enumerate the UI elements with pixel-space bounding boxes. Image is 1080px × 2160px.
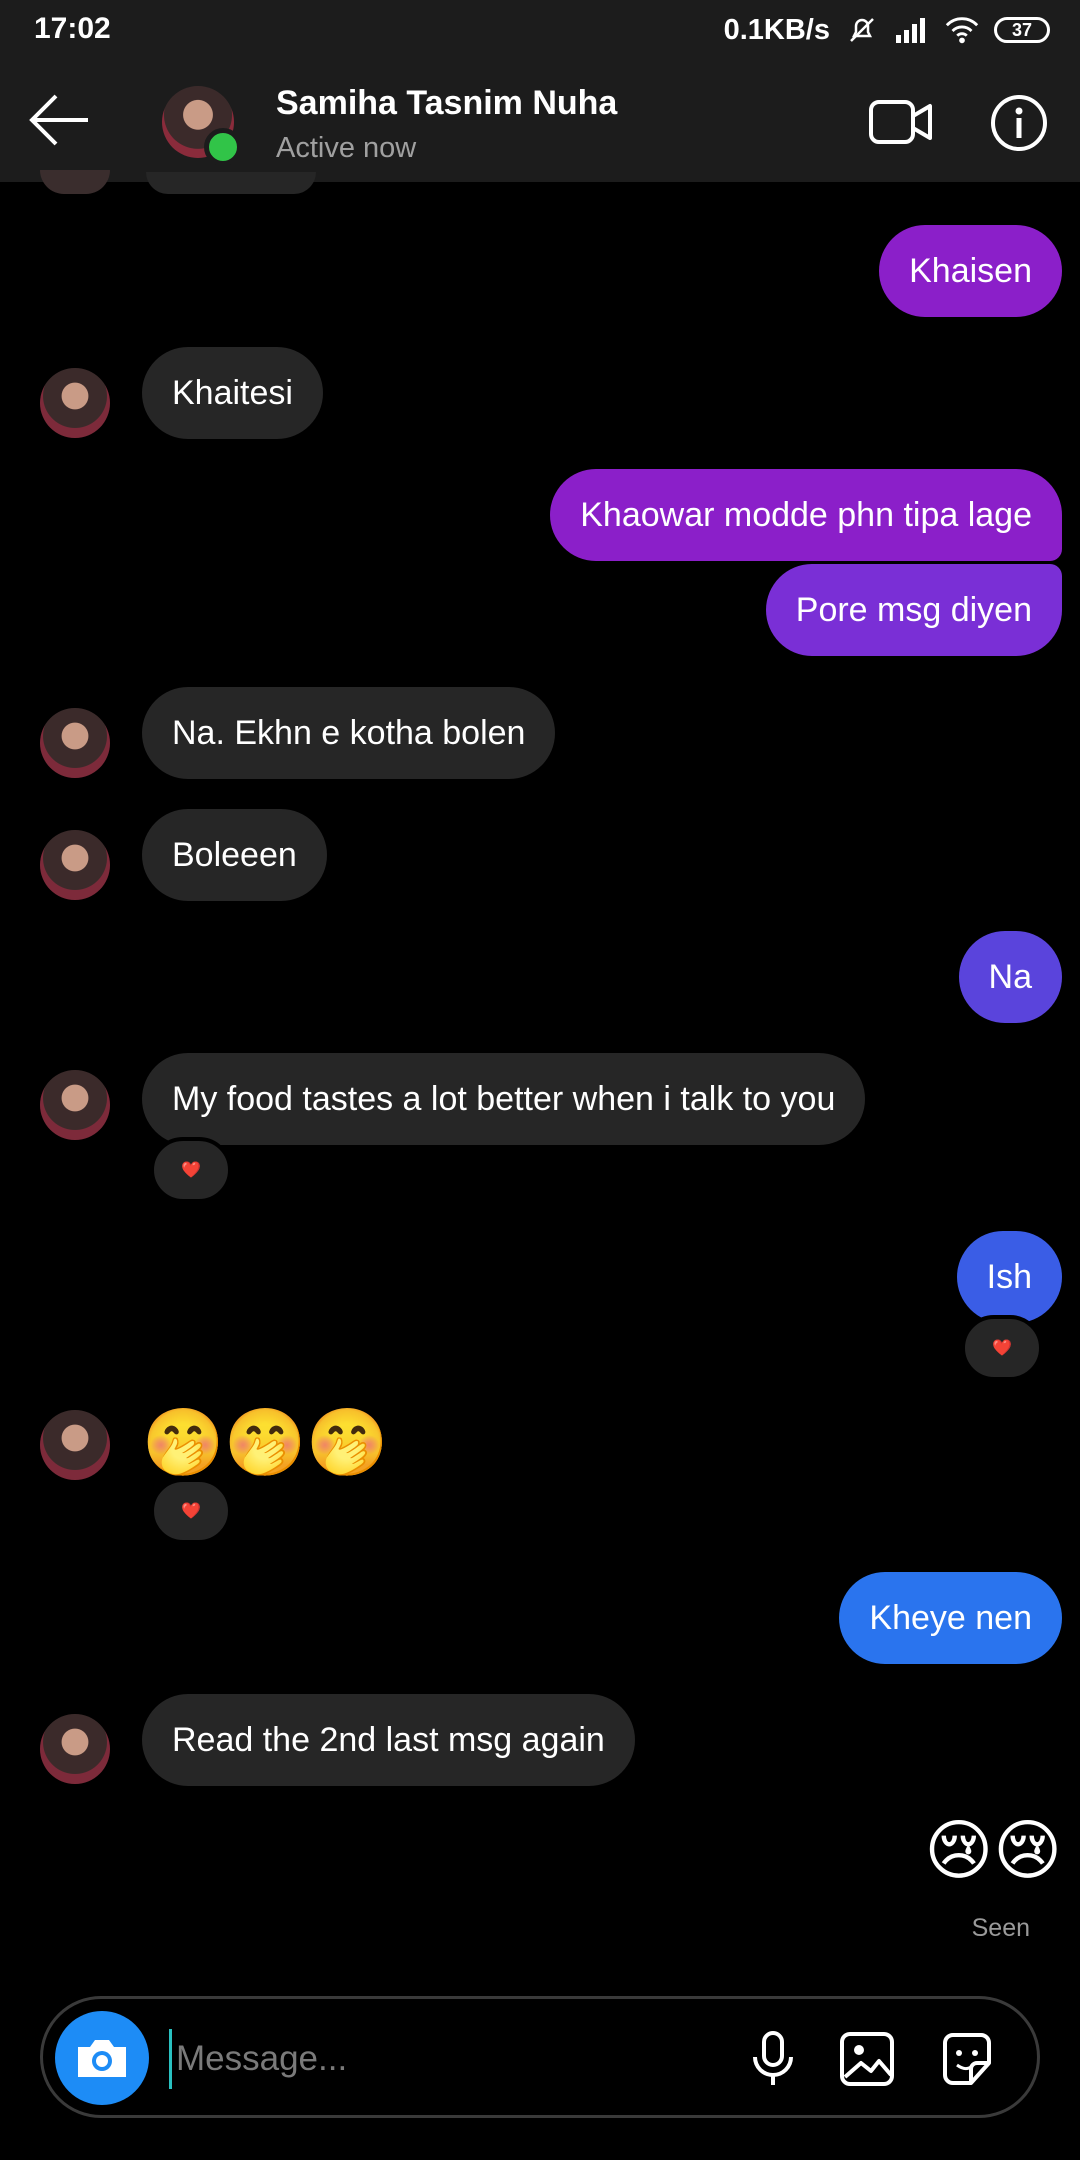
status-time: 17:02	[34, 12, 111, 45]
message-list[interactable]: Khaisen Khaitesi Khaowar modde phn tipa …	[0, 170, 1080, 1982]
message-bubble-outgoing[interactable]: Khaowar modde phn tipa lage	[550, 469, 1062, 561]
online-indicator	[204, 128, 242, 166]
camera-icon	[78, 2040, 126, 2077]
emoji-message[interactable]: 🤭🤭🤭	[142, 1404, 389, 1482]
message-bubble-incoming[interactable]: My food tastes a lot better when i talk …	[142, 1053, 866, 1145]
message-bubble-outgoing[interactable]: Na	[958, 931, 1062, 1023]
avatar	[40, 1410, 110, 1480]
avatar	[40, 368, 110, 438]
message-input[interactable]	[169, 2029, 738, 2089]
net-speed: 0.1KB/s	[723, 13, 830, 46]
avatar	[40, 1714, 110, 1784]
heart-reaction[interactable]: ❤️	[150, 1478, 232, 1544]
message-bubble-incoming[interactable]: Read the 2nd last msg again	[142, 1694, 635, 1786]
signal-icon	[894, 14, 930, 46]
message-bubble-outgoing[interactable]: Pore msg diyen	[765, 564, 1062, 656]
avatar	[40, 170, 110, 194]
status-icons: 0.1KB/s 37	[724, 10, 1050, 50]
battery-icon: 37	[994, 17, 1050, 43]
microphone-icon[interactable]	[743, 2029, 803, 2089]
avatar	[40, 830, 110, 900]
status-bar: 17:02 0.1KB/s 37	[0, 0, 1080, 60]
contact-name[interactable]: Samiha Tasnim Nuha	[276, 84, 617, 123]
message-bubble-incoming[interactable]	[146, 172, 316, 194]
heart-reaction[interactable]: ❤️	[961, 1315, 1043, 1381]
message-bubble-incoming[interactable]: Boleeen	[142, 809, 327, 901]
back-arrow-icon[interactable]	[26, 90, 92, 150]
chat-header: Samiha Tasnim Nuha Active now	[0, 60, 1080, 182]
message-bubble-outgoing[interactable]: Kheye nen	[839, 1572, 1062, 1664]
sticker-icon[interactable]	[937, 2029, 997, 2089]
seen-receipt: Seen	[971, 1914, 1030, 1942]
message-bubble-incoming[interactable]: Khaitesi	[142, 347, 323, 439]
info-icon[interactable]	[990, 94, 1048, 152]
heart-reaction[interactable]: ❤️	[150, 1137, 232, 1203]
avatar	[40, 1070, 110, 1140]
video-call-icon[interactable]	[868, 94, 934, 150]
message-bubble-incoming[interactable]: Na. Ekhn e kotha bolen	[142, 687, 556, 779]
camera-button[interactable]	[55, 2011, 149, 2105]
bell-muted-icon	[844, 14, 880, 46]
message-bubble-outgoing[interactable]: Ish	[956, 1231, 1062, 1323]
message-bubble-outgoing[interactable]: Khaisen	[879, 225, 1062, 317]
emoji-message[interactable]: 😢😢	[924, 1812, 1062, 1889]
contact-status: Active now	[276, 132, 417, 164]
message-composer	[40, 1996, 1040, 2118]
avatar	[40, 708, 110, 778]
wifi-icon	[944, 14, 980, 46]
gallery-icon[interactable]	[837, 2029, 897, 2089]
